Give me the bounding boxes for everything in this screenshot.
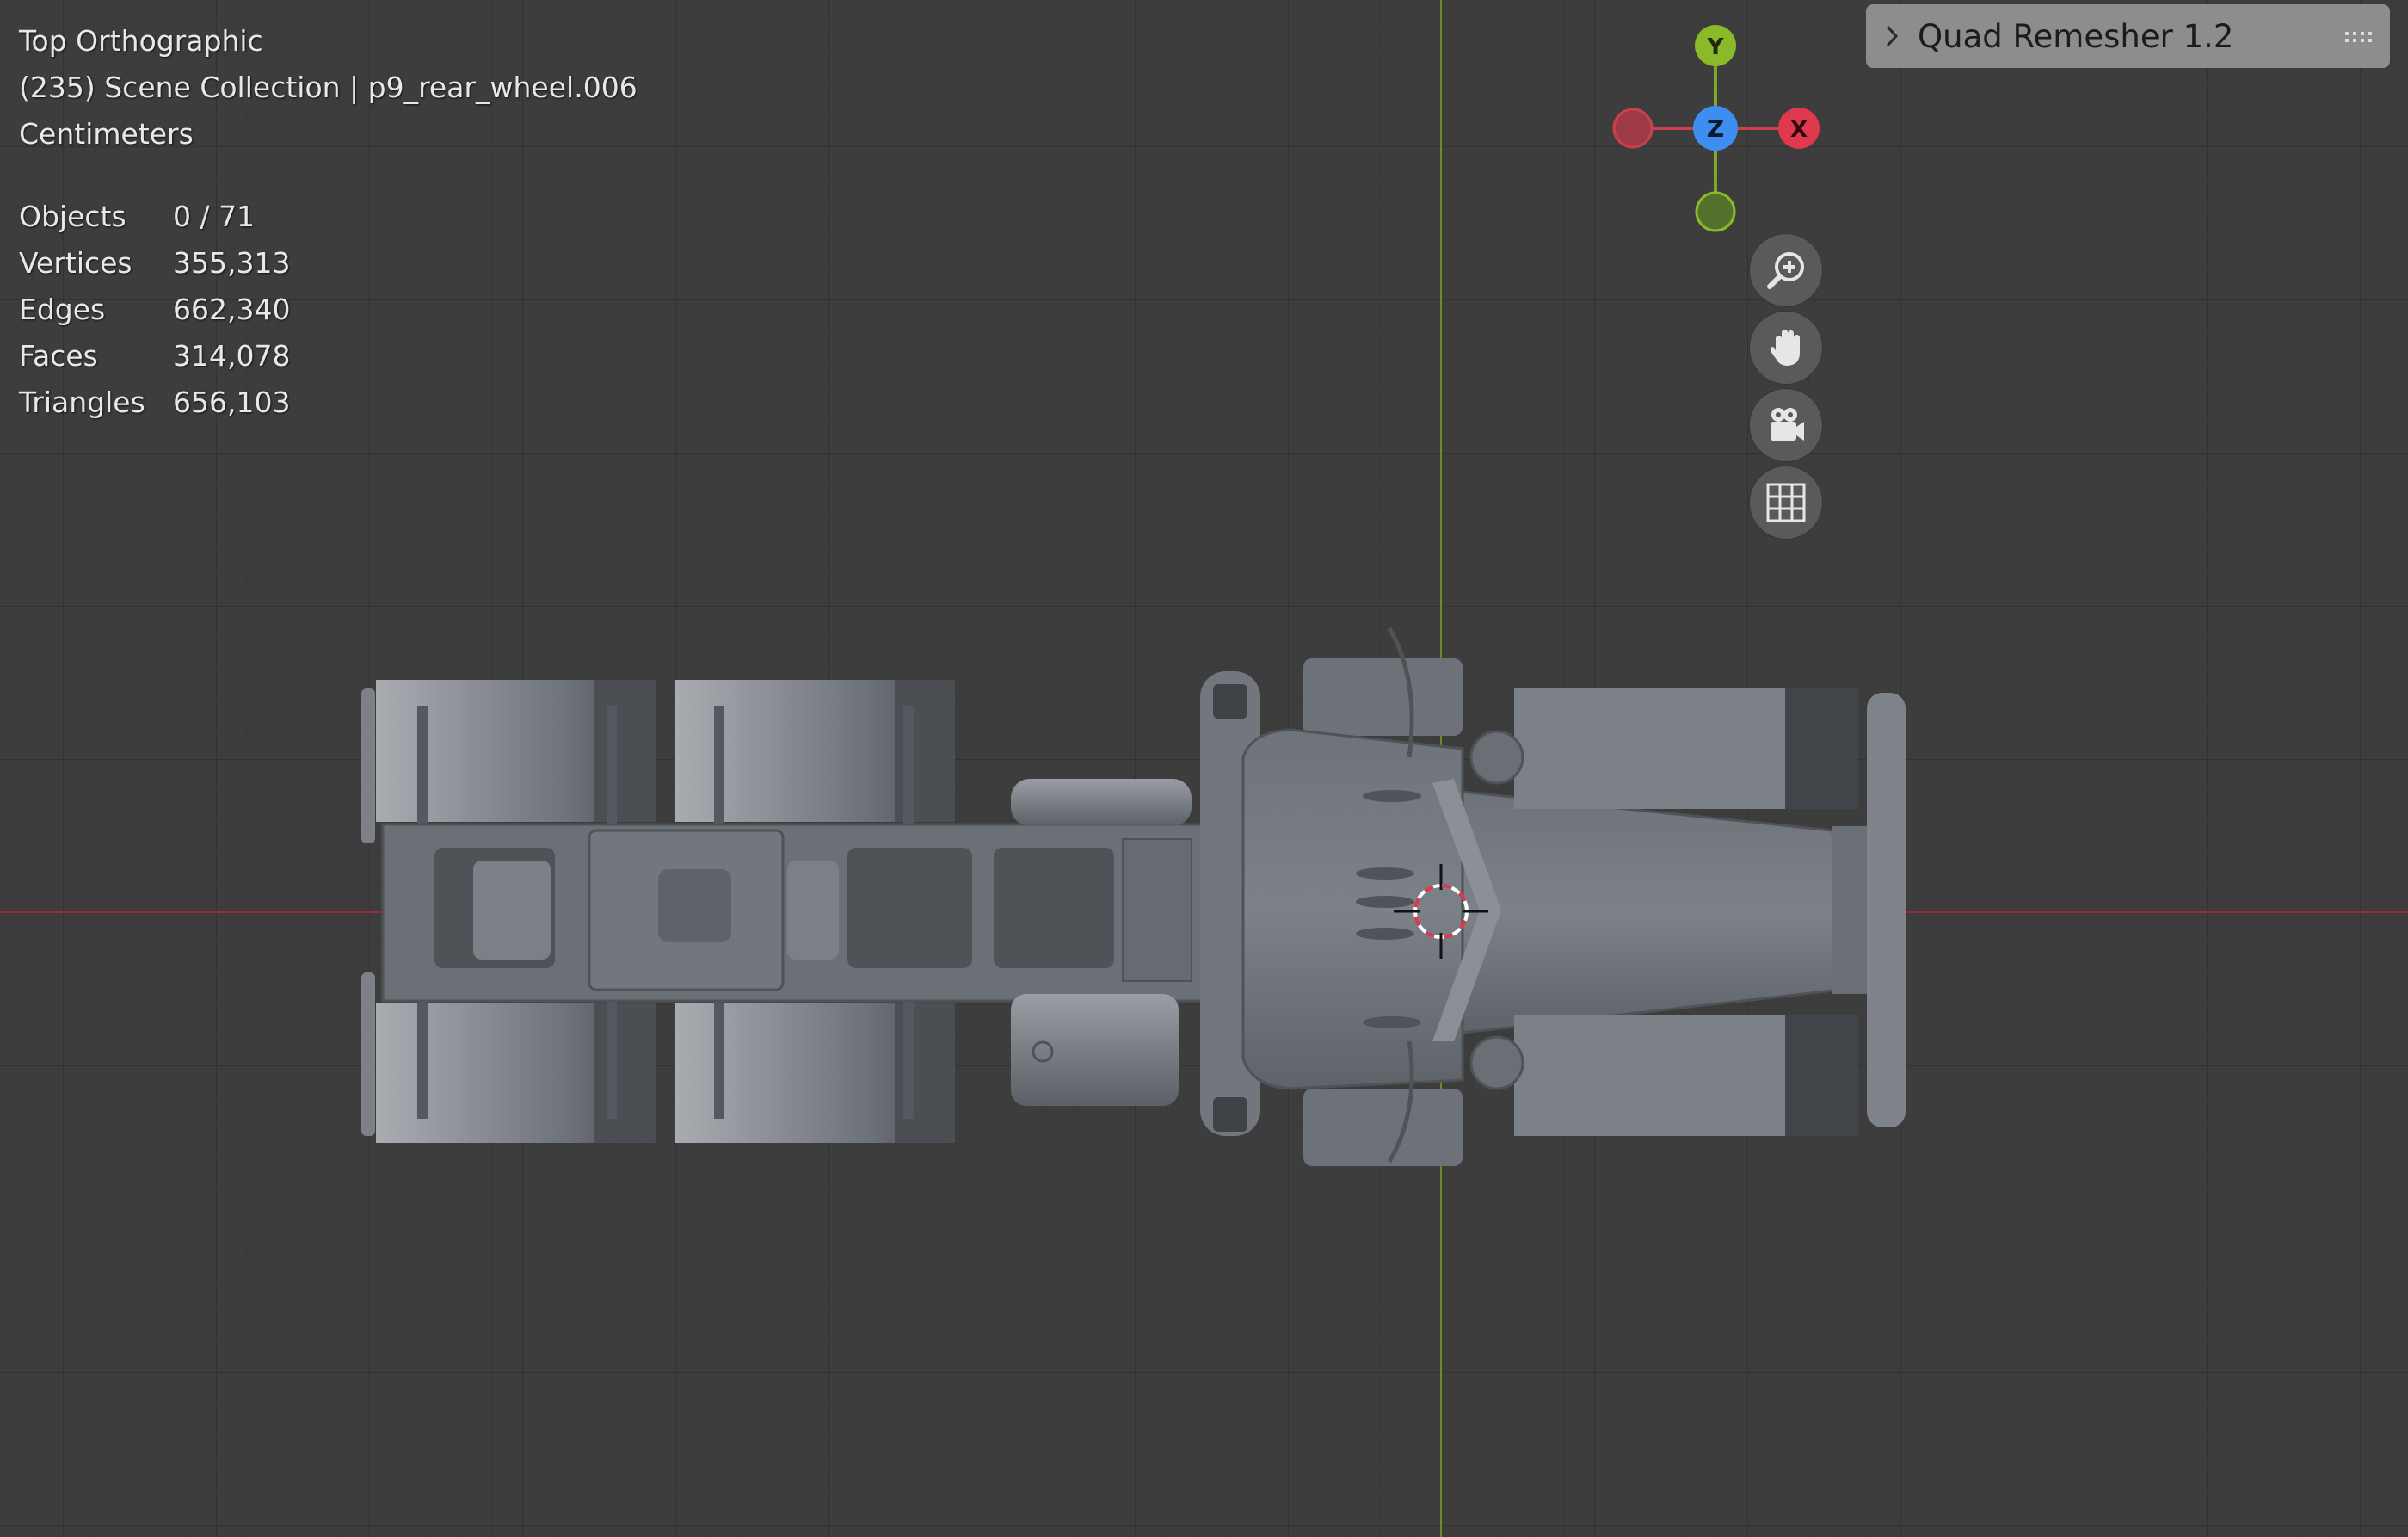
stat-row-triangles: Triangles 656,103 (19, 379, 290, 425)
gizmo-neg-x-handle[interactable] (1612, 108, 1654, 149)
camera-button[interactable] (1750, 389, 1822, 461)
gizmo-x-handle[interactable]: X (1778, 108, 1820, 149)
stat-label: Faces (19, 338, 98, 373)
gizmo-y-handle[interactable]: Y (1695, 25, 1736, 66)
chassis-frame (381, 823, 1223, 1003)
gizmo-z-handle[interactable]: Z (1693, 106, 1738, 151)
stat-label: Vertices (19, 245, 132, 280)
stat-row-edges: Edges 662,340 (19, 286, 290, 332)
navigation-gizmo[interactable]: Y X Z (1600, 17, 1824, 241)
stat-label: Edges (19, 292, 106, 326)
stat-label: Objects (19, 199, 126, 233)
hand-icon (1770, 330, 1800, 366)
grid-icon (1766, 483, 1806, 522)
view-name: Top Orthographic (19, 24, 263, 58)
chevron-right-icon[interactable] (1866, 23, 1918, 49)
gizmo-neg-y-handle[interactable] (1695, 191, 1736, 232)
stat-row-vertices: Vertices 355,313 (19, 239, 290, 286)
3d-viewport[interactable] (0, 0, 2408, 1537)
camera-icon (1771, 408, 1804, 441)
truck-model[interactable] (0, 0, 2408, 1537)
stat-row-faces: Faces 314,078 (19, 332, 290, 379)
drag-grip-icon[interactable] (2345, 30, 2373, 46)
collection-info: (235) Scene Collection | p9_rear_wheel.0… (19, 71, 637, 104)
stat-value: 662,340 (173, 292, 291, 326)
stat-value: 314,078 (173, 338, 291, 373)
stat-value: 355,313 (173, 245, 291, 280)
stat-value: 656,103 (173, 385, 291, 419)
gizmo-x-label: X (1790, 117, 1808, 143)
units-label: Centimeters (19, 117, 194, 151)
ortho-toggle-button[interactable] (1750, 466, 1822, 539)
zoom-in-icon (1767, 252, 1804, 289)
gizmo-z-label: Z (1707, 114, 1724, 143)
gizmo-y-label: Y (1707, 34, 1725, 60)
stat-row-objects: Objects 0 / 71 (19, 193, 290, 239)
zoom-button[interactable] (1750, 234, 1822, 306)
scene-statistics: Objects 0 / 71 Vertices 355,313 Edges 66… (19, 193, 290, 425)
stat-label: Triangles (19, 385, 145, 419)
stat-value: 0 / 71 (173, 199, 256, 233)
quad-remesher-panel[interactable]: Quad Remesher 1.2 (1866, 4, 2390, 68)
pan-button[interactable] (1750, 312, 1822, 384)
panel-title[interactable]: Quad Remesher 1.2 (1918, 18, 2233, 55)
